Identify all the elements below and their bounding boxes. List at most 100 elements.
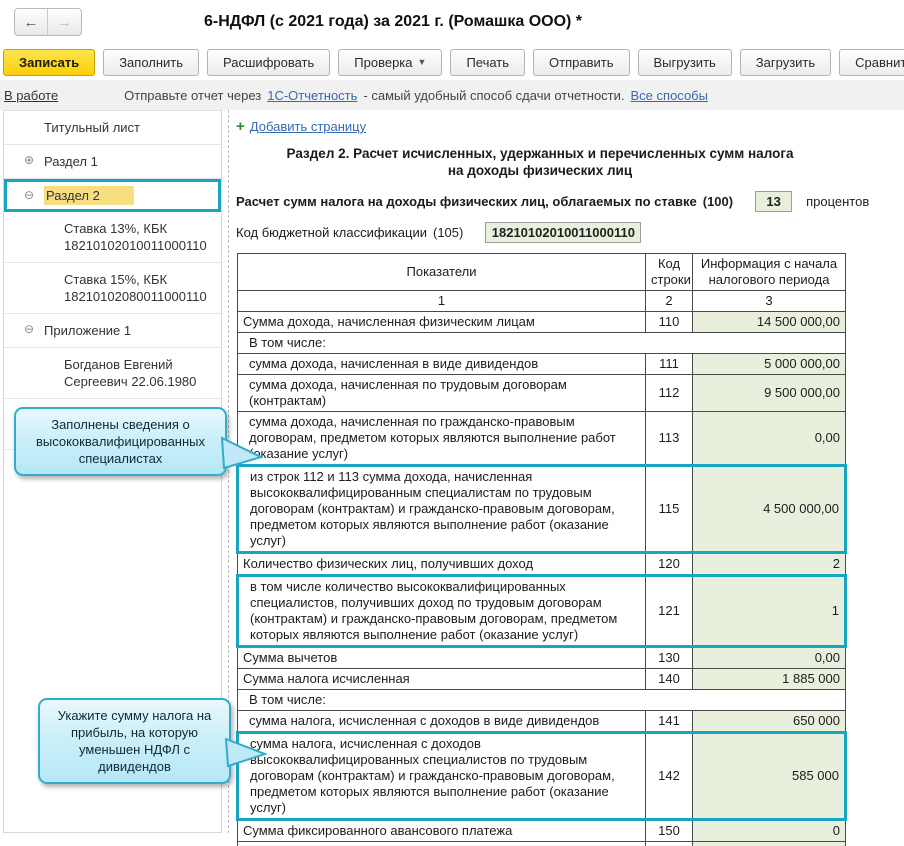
row-value-field[interactable]: 9 500 000,00 <box>692 374 846 412</box>
table-row-111: сумма дохода, начисленная в виде дивиден… <box>237 353 846 375</box>
row-value-field[interactable]: 1 <box>692 574 847 648</box>
kbk-label: Код бюджетной классификации <box>236 225 427 240</box>
row-code: 110 <box>645 311 693 333</box>
sidebar-item-3[interactable]: Ставка 13%, КБК 18210102010011000110 <box>4 212 221 263</box>
tax-rate-suffix: процентов <box>806 194 870 209</box>
report-service-link[interactable]: 1С-Отчетность <box>267 88 357 103</box>
row-value-field[interactable]: 585 000 <box>692 731 847 821</box>
toolbar-button-3[interactable]: Проверка ▼ <box>338 48 443 76</box>
table-row-120: Количество физических лиц, получивших до… <box>237 552 846 576</box>
toolbar-button-label: Отправить <box>549 54 614 70</box>
back-arrow-icon: ← <box>23 13 39 31</box>
row-label: Сумма налога исчисленная <box>237 668 646 690</box>
callout-hqs-text: Заполнены сведения о высококвалифицирова… <box>35 417 206 466</box>
kbk-field[interactable]: 18210102010011000110 <box>485 222 642 243</box>
row-code: 140 <box>645 668 693 690</box>
row-label: сумма дохода, начисленная по трудовым до… <box>237 374 646 412</box>
toolbar-button-label: Сравнить <box>855 54 904 70</box>
chevron-down-icon: ▼ <box>417 57 427 67</box>
table-section-row: В том числе: <box>237 689 846 711</box>
section-title-line1: Раздел 2. Расчет исчисленных, удержанных… <box>286 146 794 161</box>
row-value-field[interactable]: 0,00 <box>692 411 846 466</box>
row-value-field[interactable]: 100 000 <box>692 841 846 846</box>
colnum-2: 2 <box>645 290 693 312</box>
row-code: 141 <box>645 710 693 733</box>
title-bar: ← → 6-НДФЛ (с 2021 года) за 2021 г. (Ром… <box>0 0 904 44</box>
expand-icon[interactable]: ⊕ <box>24 152 34 169</box>
add-page-button[interactable]: + Добавить страницу <box>236 118 366 135</box>
row-value-field[interactable]: 2 <box>692 552 846 576</box>
row-label: сумма дохода, начисленная в виде дивиден… <box>237 353 646 375</box>
kbk-code: (105) <box>432 225 464 240</box>
app-window: ← → 6-НДФЛ (с 2021 года) за 2021 г. (Ром… <box>0 0 904 846</box>
colnum-3: 3 <box>692 290 846 312</box>
toolbar-button-0[interactable]: Записать <box>3 48 96 76</box>
sidebar-item-2[interactable]: ⊖ Раздел 2 <box>4 179 221 212</box>
status-message-middle: - самый удобный способ сдачи отчетности. <box>363 87 625 103</box>
sidebar-item-label: Раздел 1 <box>44 154 98 169</box>
table-row-155: Сумма налога на прибыль организаций, под… <box>237 841 846 846</box>
toolbar-button-label: Записать <box>19 54 80 70</box>
sidebar-item-1[interactable]: ⊕ Раздел 1 <box>4 145 221 179</box>
status-state-link[interactable]: В работе <box>4 88 58 103</box>
row-value-field[interactable]: 4 500 000,00 <box>692 464 847 554</box>
toolbar-button-4[interactable]: Печать <box>450 48 526 76</box>
callout-tail-icon <box>221 436 263 470</box>
tax-rate-code: (100) <box>702 194 734 209</box>
collapse-icon[interactable]: ⊖ <box>24 321 34 338</box>
table-section-row: В том числе: <box>237 332 846 354</box>
row-code: 155 <box>645 841 693 846</box>
table-colnum-row: 1 2 3 <box>237 290 846 312</box>
sidebar-item-6[interactable]: Богданов Евгений Сергеевич 22.06.1980 <box>4 348 221 399</box>
row-value-field[interactable]: 5 000 000,00 <box>692 353 846 375</box>
table-row-115: из строк 112 и 113 сумма дохода, начисле… <box>236 464 847 554</box>
row-code: 120 <box>645 552 693 576</box>
toolbar-button-7[interactable]: Загрузить <box>739 48 832 76</box>
table-row-141: сумма налога, исчисленная с доходов в ви… <box>237 710 846 733</box>
table-row-150: Сумма фиксированного авансового платежа 1… <box>237 819 846 842</box>
toolbar-button-5[interactable]: Отправить <box>533 48 630 76</box>
toolbar-button-label: Печать <box>466 54 510 70</box>
row-value-field[interactable]: 1 885 000 <box>692 668 846 690</box>
collapse-icon[interactable]: ⊖ <box>24 187 34 204</box>
row-value-field[interactable]: 650 000 <box>692 710 846 733</box>
colnum-1: 1 <box>237 290 646 312</box>
sidebar-item-label: Раздел 2 <box>44 186 134 205</box>
toolbar-button-8[interactable]: Сравнить <box>839 48 904 76</box>
header-period-info: Информация с начала налогового периода <box>692 253 846 291</box>
row-code: 142 <box>645 731 693 821</box>
row-label: из строк 112 и 113 сумма дохода, начисле… <box>236 464 646 554</box>
row-label: сумма дохода, начисленная по гражданско-… <box>237 411 646 466</box>
row-code: 112 <box>645 374 693 412</box>
sidebar-item-5[interactable]: ⊖ Приложение 1 <box>4 314 221 348</box>
row-label: сумма налога, исчисленная с доходов высо… <box>236 731 646 821</box>
tax-rate-label: Расчет сумм налога на доходы физических … <box>236 194 697 209</box>
table-row-130: Сумма вычетов 130 0,00 <box>237 646 846 669</box>
main-panel: + Добавить страницу Раздел 2. Расчет исч… <box>236 110 904 846</box>
forward-button[interactable]: → <box>48 9 81 35</box>
sidebar-item-4[interactable]: Ставка 15%, КБК 18210102080011000110 <box>4 263 221 314</box>
toolbar-button-label: Проверка <box>354 54 413 70</box>
row-code: 113 <box>645 411 693 466</box>
toolbar-button-6[interactable]: Выгрузить <box>637 48 732 76</box>
kbk-row: Код бюджетной классификации (105) 182101… <box>236 222 904 243</box>
page-title: 6-НДФЛ (с 2021 года) за 2021 г. (Ромашка… <box>204 13 583 30</box>
toolbar-button-1[interactable]: Заполнить <box>103 48 200 76</box>
section-title: Раздел 2. Расчет исчисленных, удержанных… <box>236 145 844 179</box>
all-ways-link[interactable]: Все способы <box>631 88 708 103</box>
table-row-112: сумма дохода, начисленная по трудовым до… <box>237 374 846 412</box>
toolbar-button-2[interactable]: Расшифровать <box>207 48 331 76</box>
row-value-field[interactable]: 14 500 000,00 <box>692 311 846 333</box>
table-row-142: сумма налога, исчисленная с доходов высо… <box>236 731 847 821</box>
row-value-field[interactable]: 0 <box>692 819 846 842</box>
status-bar: В работе Отправьте отчет через 1С-Отчетн… <box>0 80 904 110</box>
tax-rate-field[interactable]: 13 <box>755 191 793 212</box>
row-value-field[interactable]: 0,00 <box>692 646 846 669</box>
add-page-label: Добавить страницу <box>249 119 367 134</box>
sidebar-item-0[interactable]: Титульный лист <box>4 111 221 145</box>
back-button[interactable]: ← <box>15 9 48 35</box>
sidebar-item-label: Богданов Евгений Сергеевич 22.06.1980 <box>64 357 197 389</box>
row-label: сумма налога, исчисленная с доходов в ви… <box>237 710 646 733</box>
table-row-121: в том числе количество высококвалифициро… <box>236 574 847 648</box>
table-row-110: Сумма дохода, начисленная физическим лиц… <box>237 311 846 333</box>
